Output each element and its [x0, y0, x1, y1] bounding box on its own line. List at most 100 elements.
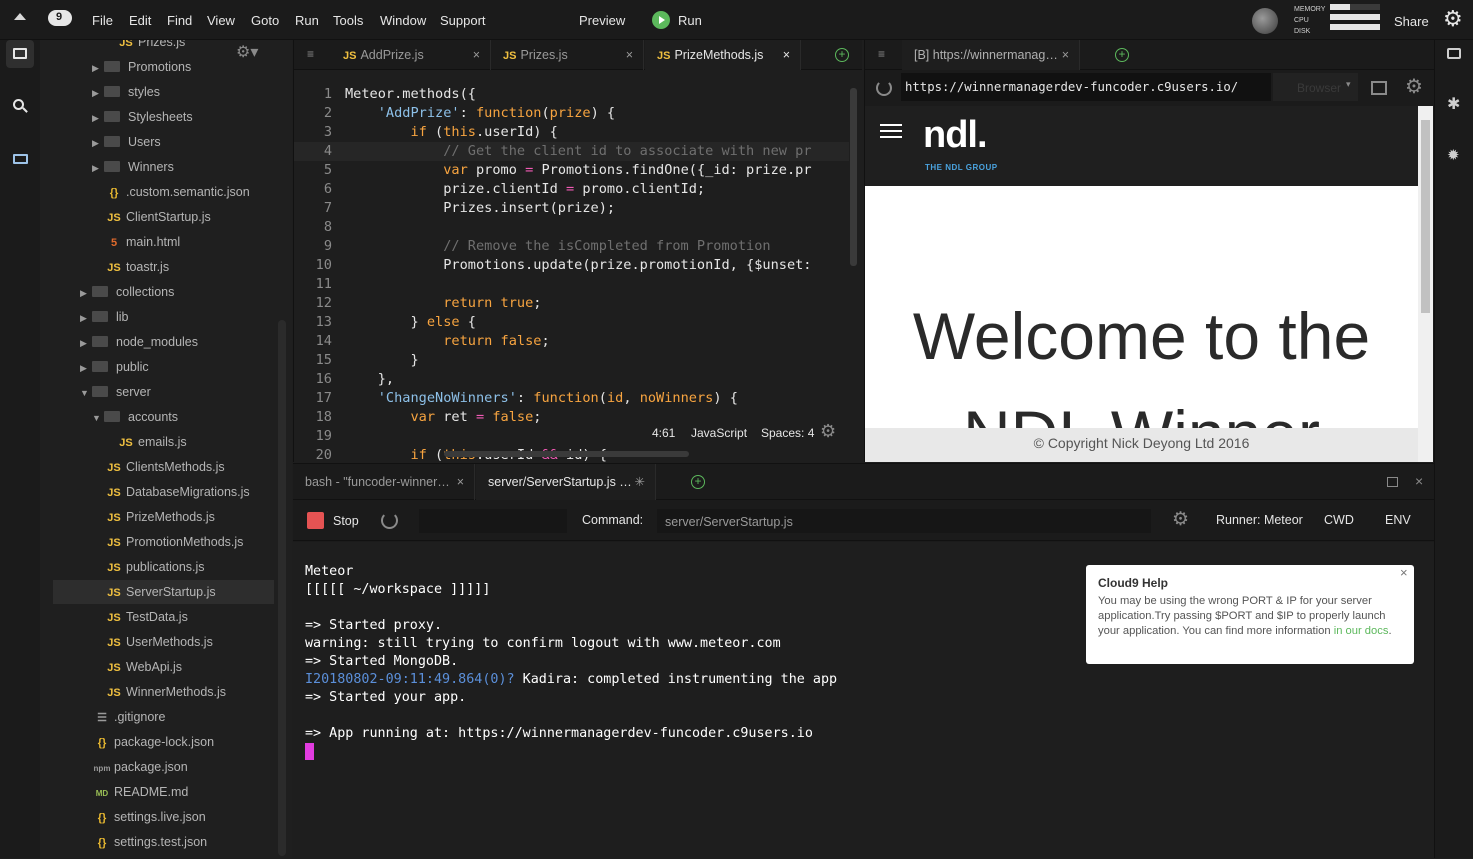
chevron-right-icon[interactable]: ▶	[80, 306, 92, 330]
tree-item[interactable]: JS PrizeMethods.js	[53, 505, 274, 529]
browser-refresh-icon[interactable]	[876, 80, 892, 96]
language-mode[interactable]: JavaScript	[691, 426, 747, 440]
tree-item[interactable]: ▶ collections	[53, 280, 274, 304]
browser-settings-gear-icon[interactable]: ⚙	[1405, 74, 1423, 99]
tree-item[interactable]: JS TestData.js	[53, 605, 274, 629]
menu-run[interactable]: Run	[295, 13, 319, 28]
hamburger-menu-icon[interactable]	[880, 124, 902, 140]
chevron-right-icon[interactable]: ▶	[92, 56, 104, 80]
file-tree-scrollbar[interactable]	[278, 320, 286, 856]
menu-goto[interactable]: Goto	[251, 13, 279, 28]
tree-item[interactable]: JS emails.js	[53, 430, 274, 454]
chevron-right-icon[interactable]: ▶	[80, 281, 92, 305]
tree-item[interactable]: ▼ server	[53, 380, 274, 404]
collaborate-icon[interactable]	[1447, 48, 1461, 59]
stop-button[interactable]: Stop	[333, 514, 359, 528]
close-panel-icon[interactable]: ×	[1415, 473, 1423, 489]
chevron-down-icon[interactable]: ▼	[80, 381, 92, 405]
settings-gear-icon[interactable]: ⚙	[1443, 6, 1463, 32]
tree-settings-gear-icon[interactable]: ⚙▾	[236, 42, 258, 62]
restart-icon[interactable]	[381, 512, 398, 529]
keyboard-icon[interactable]	[6, 144, 34, 172]
tree-item[interactable]: JS ClientsMethods.js	[53, 455, 274, 479]
menu-support[interactable]: Support	[440, 13, 486, 28]
tree-item[interactable]: ▶ Winners	[53, 155, 274, 179]
tree-item[interactable]: 5 main.html	[53, 230, 274, 254]
tree-item[interactable]: JS publications.js	[53, 555, 274, 579]
add-tab-icon[interactable]: +	[691, 475, 705, 489]
help-docs-link[interactable]: in our docs	[1334, 625, 1389, 637]
close-icon[interactable]: ×	[1062, 40, 1069, 70]
tree-item[interactable]: {} settings.live.json	[53, 805, 274, 829]
tab-prizemethods[interactable]: JS PrizeMethods.js ×	[645, 40, 801, 70]
tree-item[interactable]: JS ClientStartup.js	[53, 205, 274, 229]
workspace-files-icon[interactable]	[6, 40, 34, 68]
menu-window[interactable]: Window	[380, 13, 426, 28]
menu-view[interactable]: View	[207, 13, 235, 28]
close-icon[interactable]: ×	[473, 40, 480, 70]
tree-item[interactable]: npm package.json	[53, 755, 274, 779]
add-tab-icon[interactable]: +	[1115, 48, 1129, 62]
tree-item[interactable]: {} .custom.semantic.json	[53, 180, 274, 204]
popout-icon[interactable]	[1371, 81, 1387, 95]
cursor-position[interactable]: 4:61	[652, 426, 675, 440]
cwd-button[interactable]: CWD	[1324, 513, 1354, 527]
chevron-right-icon[interactable]: ▶	[92, 156, 104, 180]
tree-item[interactable]: ▼ accounts	[53, 405, 274, 429]
tree-item[interactable]: ▶ lib	[53, 305, 274, 329]
browser-url-input[interactable]: https://winnermanagerdev-funcoder.c9user…	[901, 73, 1271, 101]
add-tab-icon[interactable]: +	[835, 48, 849, 62]
site-logo[interactable]: ndl.	[923, 114, 988, 157]
stop-icon[interactable]	[307, 512, 324, 529]
close-icon[interactable]: ×	[783, 40, 790, 70]
runner-name-input[interactable]	[419, 509, 567, 533]
browser-tab-menu-icon[interactable]: ≡	[878, 47, 885, 61]
maximize-icon[interactable]	[1387, 477, 1398, 487]
run-icon[interactable]	[652, 11, 670, 29]
env-button[interactable]: ENV	[1385, 513, 1411, 527]
tree-item[interactable]: JS WinnerMethods.js	[53, 680, 274, 704]
tree-item[interactable]: ▶ public	[53, 355, 274, 379]
search-icon[interactable]	[6, 92, 34, 120]
tree-item[interactable]: JS UserMethods.js	[53, 630, 274, 654]
tree-item[interactable]: ☰ .gitignore	[53, 705, 274, 729]
editor-horizontal-scrollbar[interactable]	[444, 451, 689, 457]
menu-find[interactable]: Find	[167, 13, 192, 28]
menu-file[interactable]: File	[92, 13, 113, 28]
outline-icon[interactable]: ✱	[1447, 94, 1460, 114]
command-input[interactable]: server/ServerStartup.js	[657, 509, 1151, 533]
collapse-arrow-icon[interactable]	[14, 13, 26, 20]
tab-bash[interactable]: bash - "funcoder-winner… ×	[293, 464, 475, 500]
menu-tools[interactable]: Tools	[333, 13, 363, 28]
menu-edit[interactable]: Edit	[129, 13, 151, 28]
chevron-right-icon[interactable]: ▶	[92, 106, 104, 130]
tree-item[interactable]: ▶ styles	[53, 80, 274, 104]
tree-item[interactable]: ▶ Users	[53, 130, 274, 154]
runner-settings-gear-icon[interactable]: ⚙	[1172, 508, 1189, 531]
tree-item[interactable]: ▶ node_modules	[53, 330, 274, 354]
cloud9-logo-icon[interactable]: 9	[48, 10, 72, 26]
chevron-right-icon[interactable]: ▶	[92, 81, 104, 105]
chevron-down-icon[interactable]: ▼	[92, 406, 104, 430]
editor-tab-menu-icon[interactable]: ≡	[307, 47, 314, 61]
chevron-right-icon[interactable]: ▶	[80, 356, 92, 380]
browser-viewport[interactable]: ndl. THE NDL GROUP Welcome to the NDL Wi…	[865, 106, 1418, 462]
tree-item[interactable]: JS ServerStartup.js	[53, 580, 274, 604]
help-close-icon[interactable]: ×	[1400, 565, 1408, 580]
close-icon[interactable]: ×	[457, 464, 464, 500]
tab-browser[interactable]: [B] https://winnermanag… ×	[902, 40, 1080, 70]
run-button[interactable]: Run	[678, 13, 702, 28]
status-gear-icon[interactable]: ⚙	[820, 421, 836, 442]
tree-item[interactable]: JS toastr.js	[53, 255, 274, 279]
tab-addprize[interactable]: JS AddPrize.js ×	[331, 40, 491, 70]
avatar[interactable]	[1252, 8, 1278, 34]
browser-mode-select[interactable]: Browser ▾	[1273, 73, 1358, 101]
indent-spaces[interactable]: Spaces: 4	[761, 426, 814, 440]
chevron-right-icon[interactable]: ▶	[92, 131, 104, 155]
editor-vertical-scrollbar[interactable]	[850, 88, 857, 266]
tab-prizes[interactable]: JS Prizes.js ×	[491, 40, 644, 70]
tree-item[interactable]: {} settings.test.json	[53, 830, 274, 854]
chevron-right-icon[interactable]: ▶	[80, 331, 92, 355]
tree-item[interactable]: {} package-lock.json	[53, 730, 274, 754]
tree-item[interactable]: ▶ Stylesheets	[53, 105, 274, 129]
